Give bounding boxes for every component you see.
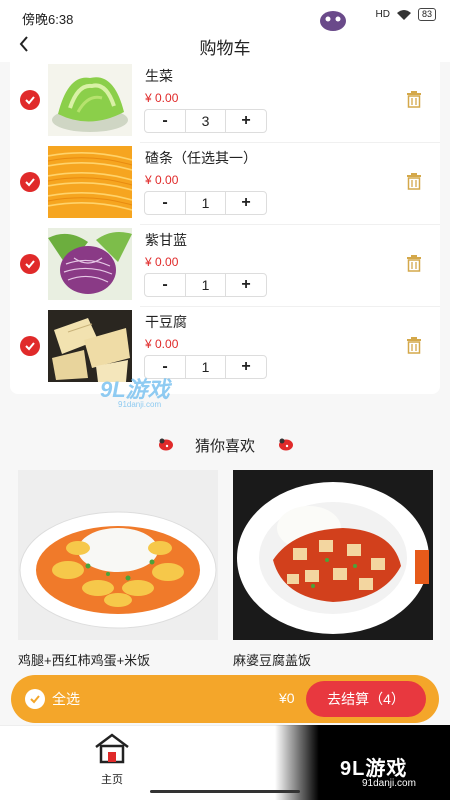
decrease-button[interactable]: -	[145, 192, 185, 214]
item-checkbox[interactable]	[20, 336, 40, 356]
quantity-stepper: - 3 +	[144, 109, 267, 133]
cart-item: 生菜 ¥ 0.00 - 3 +	[10, 62, 440, 144]
home-indicator	[150, 790, 300, 793]
increase-button[interactable]: +	[226, 356, 266, 378]
recommend-image-mapo-tofu	[233, 470, 433, 640]
cart-item: 干豆腐 ¥ 0.00 - 1 +	[10, 308, 440, 390]
tab-home-label: 主页	[101, 774, 123, 786]
quantity-stepper: - 1 +	[144, 191, 267, 215]
tab-home[interactable]: 主页	[88, 732, 136, 787]
ladybug-icon	[279, 438, 293, 451]
nav-bar: 购物车	[0, 30, 450, 62]
recommend-name: 麻婆豆腐盖饭	[233, 653, 312, 668]
checkout-button[interactable]: 去结算（4）	[306, 681, 426, 717]
item-name: 碴条（任选其一）	[145, 150, 257, 166]
check-icon	[25, 260, 35, 269]
recommend-card[interactable]: 麻婆豆腐盖饭	[233, 470, 433, 670]
cart-list: 生菜 ¥ 0.00 - 3 + 碴条（任选其一） ¥ 0.00 - 1 + 紫甘…	[10, 62, 440, 394]
quantity-stepper: - 1 +	[144, 273, 267, 297]
check-icon	[25, 178, 35, 187]
check-icon	[25, 96, 35, 105]
page-title: 购物车	[199, 39, 251, 58]
quantity-value[interactable]: 1	[185, 192, 226, 214]
item-price: ¥ 0.00	[145, 337, 179, 351]
quantity-value[interactable]: 1	[185, 274, 226, 296]
watermark-url: 91danji.com	[362, 778, 416, 789]
watermark-logo-text: 9L游戏	[100, 377, 170, 402]
trash-icon[interactable]	[405, 90, 423, 108]
divider	[140, 142, 440, 143]
cart-item: 碴条（任选其一） ¥ 0.00 - 1 +	[10, 144, 440, 226]
increase-button[interactable]: +	[226, 192, 266, 214]
signal-icon: HD	[375, 9, 390, 20]
item-name: 紫甘蓝	[145, 232, 187, 248]
checkout-bar: 全选 ¥0 去结算（4）	[11, 675, 439, 723]
trash-icon[interactable]	[405, 254, 423, 272]
recommend-card[interactable]: 鸡腿+西红柿鸡蛋+米饭	[18, 470, 218, 670]
wifi-icon	[396, 9, 411, 20]
item-price: ¥ 0.00	[145, 91, 179, 105]
trash-icon[interactable]	[405, 336, 423, 354]
recommend-header: 猜你喜欢	[0, 430, 450, 458]
status-icons: HD 83	[376, 8, 436, 21]
divider	[140, 224, 440, 225]
check-icon	[25, 342, 35, 351]
recommend-image-chicken-rice	[18, 470, 218, 640]
item-image-noodles	[48, 146, 132, 218]
increase-button[interactable]: +	[226, 110, 266, 132]
item-name: 生菜	[145, 68, 173, 84]
item-checkbox[interactable]	[20, 254, 40, 274]
cart-item: 紫甘蓝 ¥ 0.00 - 1 +	[10, 226, 440, 308]
item-image-red-cabbage	[48, 228, 132, 300]
decrease-button[interactable]: -	[145, 274, 185, 296]
recommend-title: 猜你喜欢	[194, 438, 255, 455]
item-image-lettuce	[48, 64, 132, 136]
item-checkbox[interactable]	[20, 172, 40, 192]
total-price: ¥0	[279, 690, 295, 706]
item-price: ¥ 0.00	[145, 255, 179, 269]
increase-button[interactable]: +	[226, 274, 266, 296]
check-icon	[25, 689, 45, 709]
status-time: 傍晚6:38	[22, 12, 74, 27]
watermark-brand: 9L游戏	[340, 758, 408, 780]
recommend-name: 鸡腿+西红柿鸡蛋+米饭	[18, 653, 151, 668]
watermark-logo: 9L游戏 91danji.com	[100, 372, 170, 409]
battery-icon: 83	[417, 8, 436, 21]
item-checkbox[interactable]	[20, 90, 40, 110]
quantity-value[interactable]: 3	[185, 110, 226, 132]
home-icon	[95, 733, 129, 764]
mascot-icon[interactable]	[318, 6, 348, 32]
quantity-value[interactable]: 1	[185, 356, 226, 378]
item-price: ¥ 0.00	[145, 173, 179, 187]
divider	[140, 306, 440, 307]
item-name: 干豆腐	[145, 314, 187, 330]
trash-icon[interactable]	[405, 172, 423, 190]
status-bar: 傍晚6:38 HD 83	[0, 0, 450, 30]
decrease-button[interactable]: -	[145, 110, 185, 132]
select-all-toggle[interactable]: 全选	[25, 689, 80, 709]
select-all-label: 全选	[52, 691, 80, 707]
